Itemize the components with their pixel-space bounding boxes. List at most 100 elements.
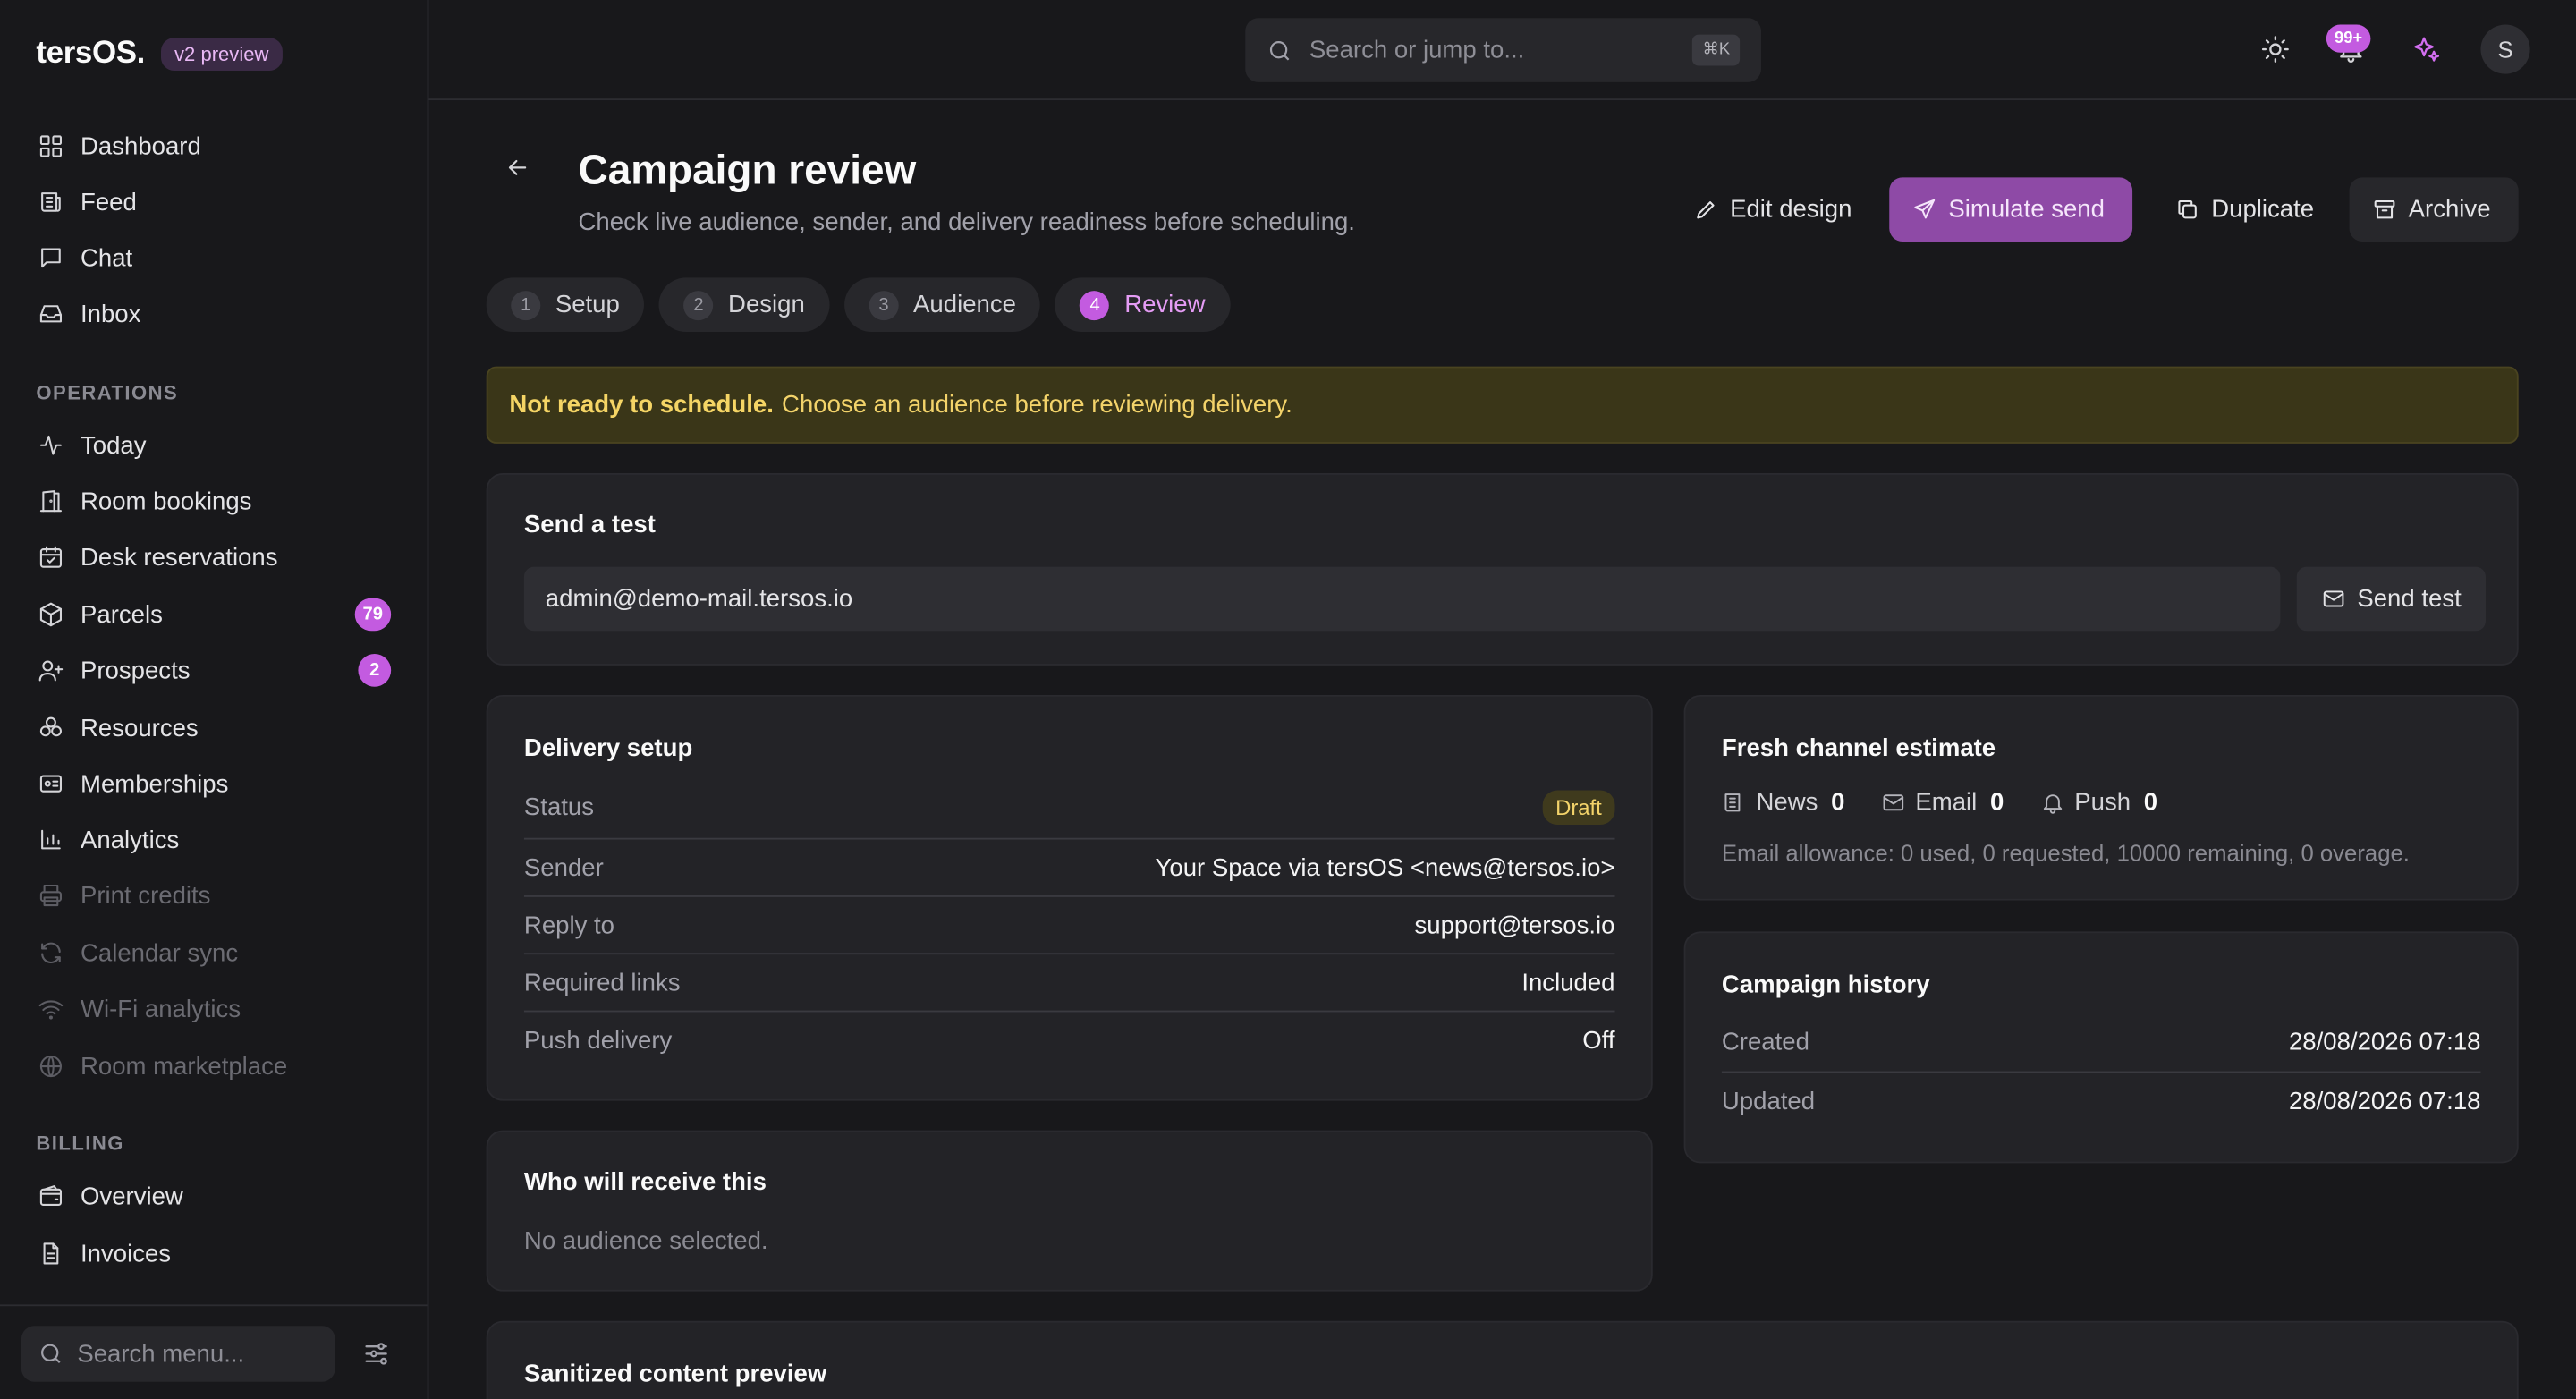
audience-card: Who will receive this No audience select…: [486, 1130, 1653, 1292]
tab-review[interactable]: 4 Review: [1055, 277, 1231, 333]
globe-icon: [36, 1052, 65, 1081]
avatar[interactable]: S: [2480, 24, 2530, 74]
page-subtitle: Check live audience, sender, and deliver…: [578, 208, 1355, 237]
sidebar-item-calendar-sync[interactable]: Calendar sync: [23, 928, 404, 978]
sidebar-item-label: Dashboard: [80, 131, 201, 161]
alert-strong: Not ready to schedule.: [509, 391, 774, 420]
count-badge: 2: [358, 654, 392, 687]
sidebar-item-label: Invoices: [80, 1239, 172, 1268]
sidebar-item-label: Memberships: [80, 769, 229, 798]
bell-icon: [2043, 794, 2062, 814]
sidebar-item-memberships[interactable]: Memberships: [23, 759, 404, 809]
sidebar-item-inbox[interactable]: Inbox: [23, 289, 404, 338]
tab-label: Review: [1124, 291, 1206, 319]
delivery-row: Required links Included: [523, 953, 1615, 1010]
sidebar-item-label: Print credits: [80, 881, 211, 910]
sidebar-item-feed[interactable]: Feed: [23, 177, 404, 226]
menu-search-placeholder: Search menu...: [77, 1339, 245, 1369]
test-email-input[interactable]: admin@demo-mail.tersos.io: [523, 566, 2281, 632]
main-content: Campaign review Check live audience, sen…: [428, 100, 2576, 1399]
channel-value: 0: [1989, 788, 2004, 817]
send-test-label: Send test: [2357, 584, 2462, 614]
tab-design[interactable]: 2 Design: [658, 277, 830, 333]
bar-chart-icon: [36, 825, 65, 854]
step-number: 2: [683, 290, 714, 320]
tab-label: Design: [728, 291, 805, 319]
sparkles-icon[interactable]: [2402, 25, 2451, 74]
mail-icon: [1883, 794, 1903, 811]
search-icon: [41, 1344, 61, 1364]
step-number: 1: [511, 290, 541, 320]
archive-button[interactable]: Archive: [2349, 177, 2519, 242]
newspaper-icon: [1724, 793, 1741, 812]
sidebar-item-room-bookings[interactable]: Room bookings: [23, 477, 404, 526]
user-plus-icon: [36, 656, 65, 685]
sidebar-item-invoices[interactable]: Invoices: [23, 1229, 404, 1278]
status-badge: Draft: [1542, 790, 1615, 826]
send-test-card: Send a test admin@demo-mail.tersos.io Se…: [486, 472, 2519, 666]
sidebar-item-dashboard[interactable]: Dashboard: [23, 122, 404, 171]
sidebar-item-prospects[interactable]: Prospects 2: [23, 646, 404, 695]
duplicate-button[interactable]: Duplicate: [2152, 177, 2337, 242]
mail-icon: [2323, 590, 2344, 607]
tab-setup[interactable]: 1 Setup: [486, 277, 645, 333]
row-label: Reply to: [523, 911, 614, 939]
sun-icon[interactable]: [2250, 25, 2300, 74]
sidebar-item-label: Inbox: [80, 300, 141, 328]
sidebar-item-overview[interactable]: Overview: [23, 1172, 404, 1221]
back-arrow-icon[interactable]: [504, 155, 540, 191]
tab-audience[interactable]: 3 Audience: [843, 277, 1041, 333]
step-number: 3: [869, 290, 899, 320]
sidebar-item-wifi-analytics[interactable]: Wi-Fi analytics: [23, 984, 404, 1033]
menu-search-input[interactable]: Search menu...: [21, 1326, 335, 1382]
row-value: 28/08/2026 07:18: [2288, 1087, 2481, 1115]
channel-label: Push: [2074, 788, 2131, 817]
shortcut-hint: ⌘K: [1692, 34, 1741, 66]
sidebar-footer: Search menu...: [0, 1304, 428, 1399]
calendar-check-icon: [36, 542, 65, 572]
channel-counts: News 0 Email 0 Push 0: [1722, 789, 2157, 817]
sidebar-item-label: Resources: [80, 714, 199, 742]
row-value: Your Space via tersOS <news@tersos.io>: [1155, 853, 1615, 882]
simulate-send-label: Simulate send: [1948, 195, 2105, 224]
copy-icon: [2178, 199, 2197, 219]
brand[interactable]: tersOS. v2 preview: [36, 36, 283, 72]
delivery-row: Push delivery Off: [523, 1010, 1615, 1068]
sidebar-item-today[interactable]: Today: [23, 420, 404, 470]
simulate-send-button[interactable]: Simulate send: [1889, 177, 2133, 242]
sidebar-item-room-marketplace[interactable]: Room marketplace: [23, 1041, 404, 1090]
card-title: Campaign history: [1721, 971, 1930, 999]
edit-design-button[interactable]: Edit design: [1671, 177, 1875, 242]
grid-icon: [36, 131, 65, 161]
row-label: Sender: [523, 853, 604, 882]
row-value: Included: [1521, 968, 1615, 996]
sidebar: tersOS. v2 preview Dashboard Feed Chat I…: [0, 0, 429, 1399]
send-icon: [1914, 199, 1936, 219]
sliders-icon[interactable]: [361, 1339, 394, 1372]
id-card-icon: [36, 769, 65, 799]
sidebar-item-desk-reservations[interactable]: Desk reservations: [23, 532, 404, 581]
global-search-input[interactable]: Search or jump to... ⌘K: [1245, 18, 1761, 82]
sidebar-item-label: Parcels: [80, 600, 163, 629]
card-title: Send a test: [523, 511, 656, 539]
inbox-icon: [36, 299, 65, 328]
sidebar-item-parcels[interactable]: Parcels 79: [23, 589, 404, 639]
row-label: Status: [523, 793, 595, 822]
sidebar-item-resources[interactable]: Resources: [23, 703, 404, 752]
channel-label: News: [1756, 788, 1818, 817]
duplicate-label: Duplicate: [2211, 195, 2315, 224]
history-row: Created 28/08/2026 07:18: [1722, 1013, 2481, 1071]
channel-value: 0: [2143, 788, 2158, 817]
sidebar-item-label: Room marketplace: [80, 1052, 288, 1081]
step-tabs: 1 Setup 2 Design 3 Audience 4 Review: [486, 277, 1231, 333]
door-icon: [36, 487, 65, 516]
package-icon: [36, 599, 65, 629]
row-label: Updated: [1721, 1087, 1816, 1115]
sidebar-item-label: Desk reservations: [80, 543, 278, 572]
sidebar-item-analytics[interactable]: Analytics: [23, 815, 404, 864]
topbar: Search or jump to... ⌘K 99+ S: [428, 0, 2576, 101]
sidebar-item-print-credits[interactable]: Print credits: [23, 870, 404, 920]
sidebar-item-chat[interactable]: Chat: [23, 233, 404, 283]
row-label: Push delivery: [523, 1026, 673, 1055]
send-test-button[interactable]: Send test: [2296, 566, 2486, 632]
